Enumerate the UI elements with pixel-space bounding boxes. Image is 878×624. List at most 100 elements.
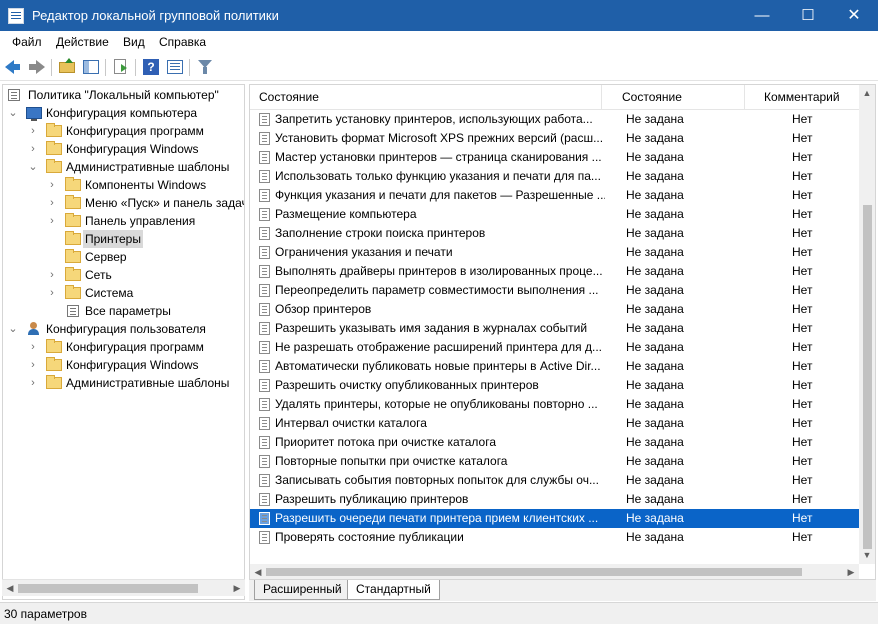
column-divider[interactable] bbox=[744, 85, 745, 110]
tree-item-uc-admin-templates[interactable]: › Административные шаблоны bbox=[3, 374, 244, 392]
tree-item-server[interactable]: Сервер bbox=[3, 248, 244, 266]
list-item[interactable]: Не разрешать отображение расширений прин… bbox=[250, 338, 859, 357]
tab-extended[interactable]: Расширенный bbox=[254, 580, 351, 600]
tree-item-root[interactable]: Политика "Локальный компьютер" bbox=[3, 86, 244, 104]
scrollbar-thumb[interactable] bbox=[18, 584, 198, 593]
chevron-right-icon[interactable]: › bbox=[47, 176, 57, 194]
chevron-down-icon[interactable]: ⌄ bbox=[8, 320, 18, 338]
list-item[interactable]: Ограничения указания и печати Не задана Не… bbox=[250, 243, 859, 262]
minimize-button[interactable]: — bbox=[739, 0, 785, 31]
list-vertical-scrollbar[interactable]: ▲ ▼ bbox=[859, 85, 875, 564]
back-button[interactable] bbox=[3, 57, 23, 77]
chevron-right-icon[interactable]: › bbox=[47, 284, 57, 302]
tree-item-system[interactable]: › Система bbox=[3, 284, 244, 302]
list-item[interactable]: Установить формат Microsoft XPS прежних … bbox=[250, 129, 859, 148]
list-item[interactable]: Разрешить публикацию принтеров Не задана Н… bbox=[250, 490, 859, 509]
scroll-right-icon[interactable]: ▶ bbox=[843, 564, 859, 579]
setting-comment: Нет bbox=[792, 226, 813, 240]
column-header-comment[interactable]: Комментарий bbox=[764, 85, 840, 110]
column-header-name[interactable]: Состояние bbox=[259, 85, 319, 110]
policy-setting-icon bbox=[259, 189, 270, 202]
scroll-left-icon[interactable]: ◀ bbox=[250, 564, 266, 579]
list-item[interactable]: Обзор принтеров Не задана Нет bbox=[250, 300, 859, 319]
tree-label: Конфигурация Windows bbox=[66, 142, 199, 156]
chevron-right-icon[interactable]: › bbox=[47, 212, 57, 230]
list-item[interactable]: Выполнять драйверы принтеров в изолирова… bbox=[250, 262, 859, 281]
maximize-button[interactable]: ☐ bbox=[785, 0, 831, 31]
tree-item-all-settings[interactable]: Все параметры bbox=[3, 302, 244, 320]
filter-button[interactable] bbox=[195, 57, 215, 77]
properties-button[interactable] bbox=[165, 57, 185, 77]
list-item[interactable]: Разрешить указывать имя задания в журнал… bbox=[250, 319, 859, 338]
list-horizontal-scrollbar[interactable]: ◀ ▶ bbox=[250, 564, 859, 579]
setting-name: Функция указания и печати для пакетов — … bbox=[275, 188, 605, 202]
chevron-down-icon[interactable]: ⌄ bbox=[8, 104, 18, 122]
list-item[interactable]: Разрешить очистку опубликованных принтер… bbox=[250, 376, 859, 395]
export-list-button[interactable] bbox=[111, 57, 131, 77]
setting-comment: Нет bbox=[792, 340, 813, 354]
scroll-right-icon[interactable]: ▶ bbox=[229, 580, 245, 597]
tree-item-cc-admin-templates[interactable]: ⌄ Административные шаблоны bbox=[3, 158, 244, 176]
chevron-right-icon[interactable]: › bbox=[47, 266, 57, 284]
chevron-right-icon[interactable]: › bbox=[28, 122, 38, 140]
policy-setting-icon bbox=[259, 341, 270, 354]
list-item[interactable]: Заполнение строки поиска принтеров Не зад… bbox=[250, 224, 859, 243]
list-item[interactable]: Запретить установку принтеров, использую… bbox=[250, 110, 859, 129]
chevron-right-icon[interactable]: › bbox=[28, 374, 38, 392]
list-item[interactable]: Мастер установки принтеров — страница ск… bbox=[250, 148, 859, 167]
tree-item-network[interactable]: › Сеть bbox=[3, 266, 244, 284]
up-one-level-button[interactable] bbox=[57, 57, 77, 77]
tree-item-cc-programs[interactable]: › Конфигурация программ bbox=[3, 122, 244, 140]
list-item[interactable]: Использовать только функцию указания и п… bbox=[250, 167, 859, 186]
chevron-right-icon[interactable]: › bbox=[28, 338, 38, 356]
chevron-right-icon[interactable]: › bbox=[28, 356, 38, 374]
list-item[interactable]: Функция указания и печати для пакетов — … bbox=[250, 186, 859, 205]
scroll-up-icon[interactable]: ▲ bbox=[859, 85, 875, 102]
policy-setting-icon bbox=[259, 113, 270, 126]
tree-item-windows-components[interactable]: › Компоненты Windows bbox=[3, 176, 244, 194]
list-item[interactable]: Записывать события повторных попыток для… bbox=[250, 471, 859, 490]
list-item[interactable]: Разрешить очереди печати принтера прием … bbox=[250, 509, 859, 528]
menu-file[interactable]: Файл bbox=[12, 34, 42, 50]
scrollbar-thumb[interactable] bbox=[863, 205, 872, 549]
setting-name: Запретить установку принтеров, использую… bbox=[275, 112, 593, 126]
forward-button[interactable] bbox=[27, 57, 47, 77]
tree-item-cc-windows[interactable]: › Конфигурация Windows bbox=[3, 140, 244, 158]
tree-item-uc-windows[interactable]: › Конфигурация Windows bbox=[3, 356, 244, 374]
tree-item-uc-programs[interactable]: › Конфигурация программ bbox=[3, 338, 244, 356]
list-item[interactable]: Повторные попытки при очистке каталога Не… bbox=[250, 452, 859, 471]
tree-item-computer-config[interactable]: ⌄ Конфигурация компьютера bbox=[3, 104, 244, 122]
tree-label: Принтеры bbox=[83, 230, 143, 248]
list-item[interactable]: Проверять состояние публикации Не задана Н… bbox=[250, 528, 859, 547]
tree-horizontal-scrollbar[interactable]: ◀ ▶ bbox=[2, 579, 245, 596]
tree-label: Сервер bbox=[85, 250, 127, 264]
tab-standard[interactable]: Стандартный bbox=[347, 580, 440, 600]
help-button[interactable]: ? bbox=[141, 57, 161, 77]
close-button[interactable]: ✕ bbox=[831, 0, 877, 31]
scroll-down-icon[interactable]: ▼ bbox=[859, 547, 875, 564]
list-item[interactable]: Переопределить параметр совместимости вы… bbox=[250, 281, 859, 300]
tree-item-control-panel[interactable]: › Панель управления bbox=[3, 212, 244, 230]
list-item[interactable]: Приоритет потока при очистке каталога Не … bbox=[250, 433, 859, 452]
scrollbar-thumb[interactable] bbox=[266, 568, 802, 576]
list-item[interactable]: Автоматически публиковать новые принтеры… bbox=[250, 357, 859, 376]
show-hide-tree-button[interactable] bbox=[81, 57, 101, 77]
setting-state: Не задана bbox=[626, 188, 684, 202]
chevron-down-icon[interactable]: ⌄ bbox=[28, 158, 38, 176]
filter-icon bbox=[198, 60, 212, 74]
tree-label: Административные шаблоны bbox=[66, 160, 230, 174]
menu-view[interactable]: Вид bbox=[123, 34, 145, 50]
tree-item-printers[interactable]: Принтеры bbox=[3, 230, 244, 248]
tree-item-start-menu[interactable]: › Меню «Пуск» и панель задач bbox=[3, 194, 244, 212]
list-item[interactable]: Размещение компьютера Не задана Нет bbox=[250, 205, 859, 224]
menu-action[interactable]: Действие bbox=[56, 34, 109, 50]
chevron-right-icon[interactable]: › bbox=[28, 140, 38, 158]
column-header-state[interactable]: Состояние bbox=[622, 85, 682, 110]
tree-item-user-config[interactable]: ⌄ Конфигурация пользователя bbox=[3, 320, 244, 338]
menu-help[interactable]: Справка bbox=[159, 34, 206, 50]
list-item[interactable]: Интервал очистки каталога Не задана Нет bbox=[250, 414, 859, 433]
chevron-right-icon[interactable]: › bbox=[47, 194, 57, 212]
column-divider[interactable] bbox=[601, 85, 602, 110]
list-item[interactable]: Удалять принтеры, которые не опубликован… bbox=[250, 395, 859, 414]
scroll-left-icon[interactable]: ◀ bbox=[2, 580, 18, 597]
